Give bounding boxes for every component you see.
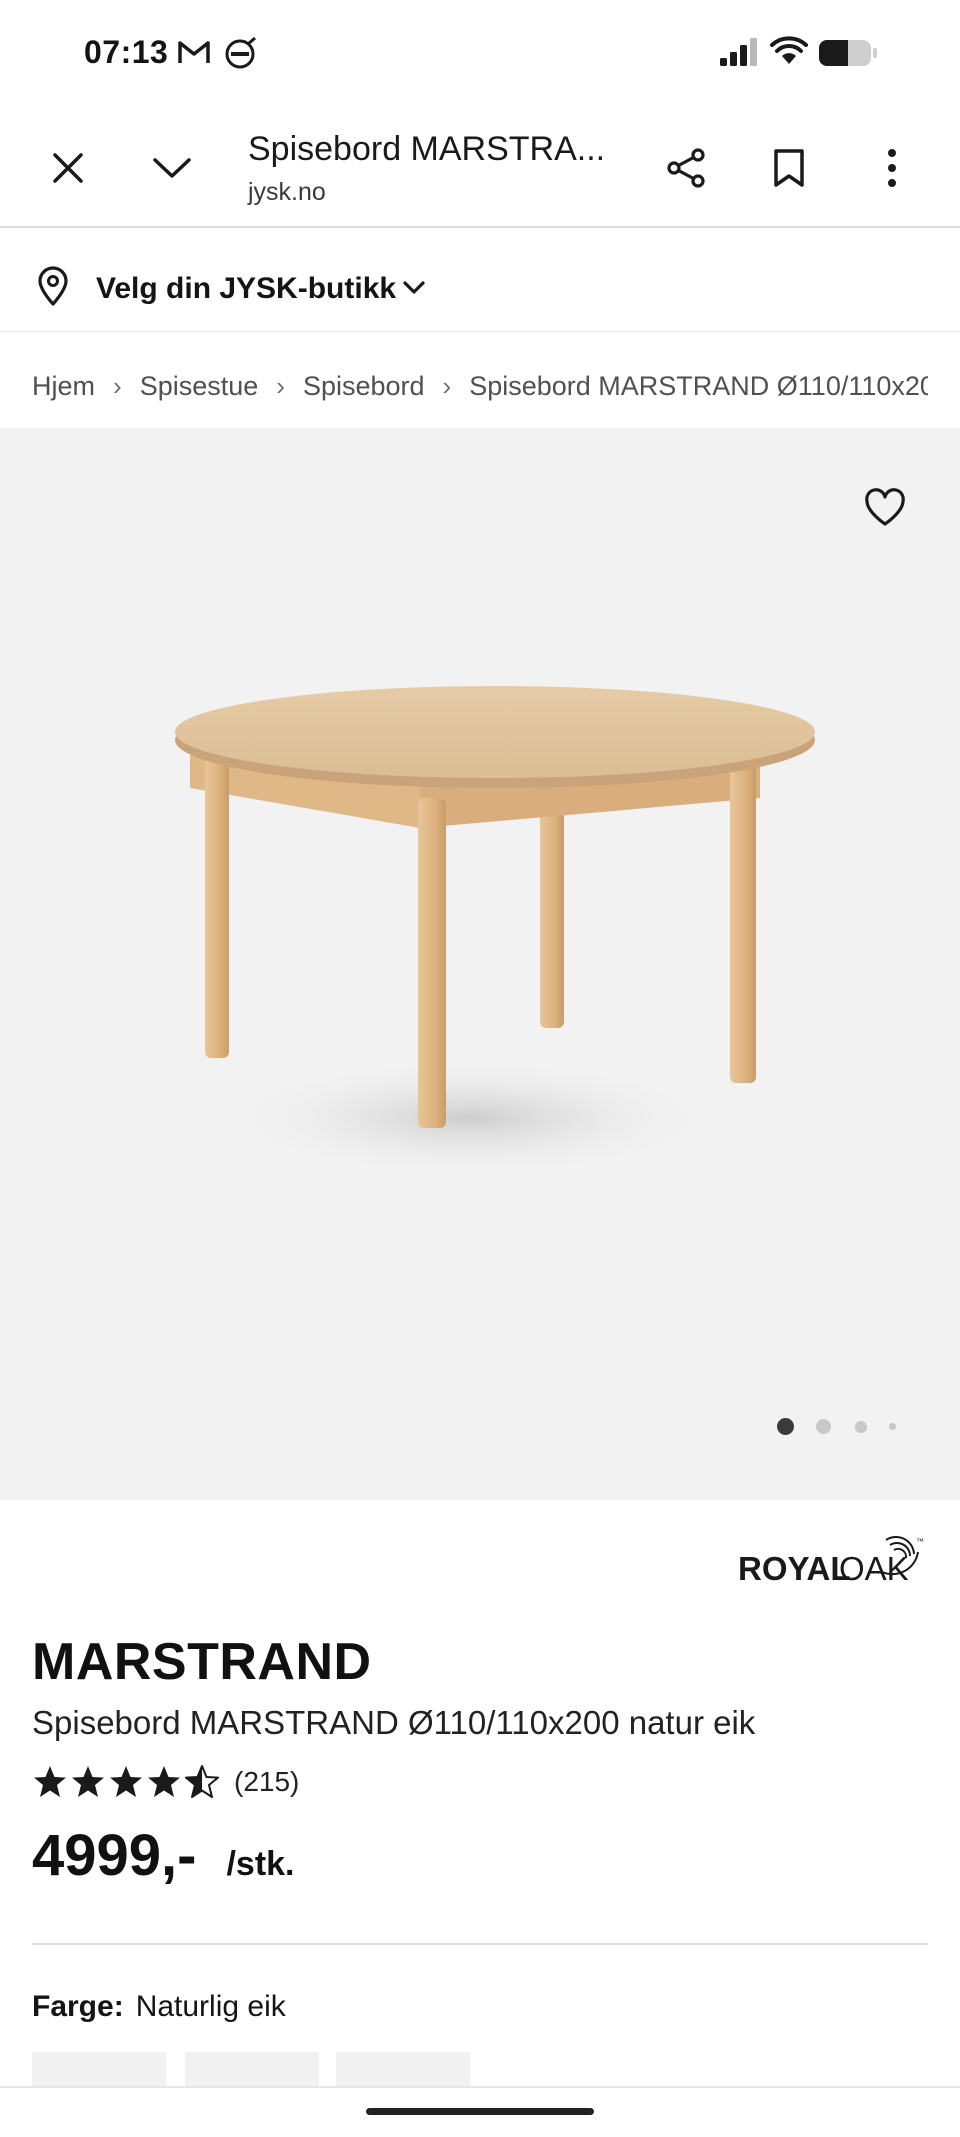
color-swatch[interactable] [185, 2052, 319, 2086]
wifi-icon [770, 36, 808, 64]
close-tab-button[interactable] [44, 144, 92, 192]
gallery-dot[interactable] [816, 1419, 831, 1434]
star-full-icon [34, 1766, 66, 1797]
product-rating[interactable]: (215) [32, 1762, 299, 1802]
brand-logo-text-oak: OAK [839, 1550, 909, 1587]
breadcrumb-separator: › [113, 370, 122, 401]
breadcrumb-separator: › [442, 370, 452, 401]
breadcrumb-separator: › [276, 370, 285, 401]
breadcrumb-item-home[interactable]: Hjem [32, 371, 95, 402]
home-indicator[interactable] [366, 2108, 594, 2115]
status-bar: 07:13 [0, 0, 960, 108]
page-url[interactable]: jysk.no [248, 178, 326, 207]
breadcrumb-item-current: Spisebord MARSTRAND Ø110/110x200 [469, 370, 928, 401]
brand-logo-text-royal: ROYAL [738, 1550, 850, 1587]
page-title: Spisebord MARSTRA... [248, 130, 606, 168]
gmail-icon [178, 41, 210, 63]
breadcrumb: Hjem › Spisestue › Spisebord › Spisebord… [32, 366, 928, 406]
more-options-button[interactable] [868, 144, 916, 192]
status-time: 07:13 [84, 34, 169, 70]
signal-icon [720, 38, 757, 66]
product-image-table [175, 686, 815, 1178]
more-vertical-icon [888, 149, 896, 187]
browser-toolbar: Spisebord MARSTRA... jysk.no [0, 108, 960, 228]
store-selector-label: Velg din JYSK-butikk [96, 272, 397, 305]
section-divider [32, 1943, 928, 1945]
product-description: Spisebord MARSTRAND Ø110/110x200 natur e… [32, 1704, 756, 1741]
review-count[interactable]: (215) [234, 1766, 299, 1798]
share-button[interactable] [662, 144, 710, 192]
price-unit: /stk. [226, 1845, 295, 1883]
breadcrumb-item-dining-table[interactable]: Spisebord [303, 371, 425, 402]
bottom-divider [0, 2086, 960, 2088]
chevron-down-icon [153, 158, 191, 178]
store-selector[interactable]: Velg din JYSK-butikk [0, 230, 960, 332]
color-selector-label: Farge: Naturlig eik [32, 1990, 286, 2024]
battery-icon [819, 40, 877, 66]
color-value: Naturlig eik [135, 1990, 286, 2023]
collapse-button[interactable] [148, 144, 196, 192]
gallery-dot[interactable] [889, 1423, 896, 1430]
share-icon [667, 148, 705, 188]
star-full-icon [148, 1766, 180, 1797]
color-label: Farge: [32, 1990, 124, 2023]
gallery-dot[interactable] [855, 1421, 867, 1433]
rating-stars [32, 1764, 220, 1800]
star-full-icon [110, 1766, 142, 1797]
brand-logo-trademark: ™ [916, 1537, 924, 1546]
price-row: 4999,- /stk. [32, 1822, 295, 1889]
volvo-icon [225, 36, 256, 69]
chevron-down-icon [403, 281, 425, 294]
gallery-dot-active[interactable] [777, 1418, 794, 1435]
close-icon [53, 153, 83, 183]
bookmark-icon [774, 149, 804, 187]
product-gallery[interactable] [0, 428, 960, 1500]
color-swatch[interactable] [336, 2052, 470, 2086]
breadcrumb-item-dining-room[interactable]: Spisestue [140, 371, 259, 402]
bookmark-button[interactable] [765, 144, 813, 192]
star-full-icon [72, 1766, 104, 1797]
brand-logo-royal-oak: ROYAL OAK ™ [736, 1532, 926, 1590]
product-name: MARSTRAND [32, 1633, 372, 1691]
heart-icon[interactable] [864, 488, 906, 528]
location-pin-icon [38, 266, 68, 306]
product-price: 4999,- [32, 1823, 197, 1888]
star-half-icon [185, 1765, 219, 1798]
color-swatch[interactable] [32, 2052, 166, 2086]
